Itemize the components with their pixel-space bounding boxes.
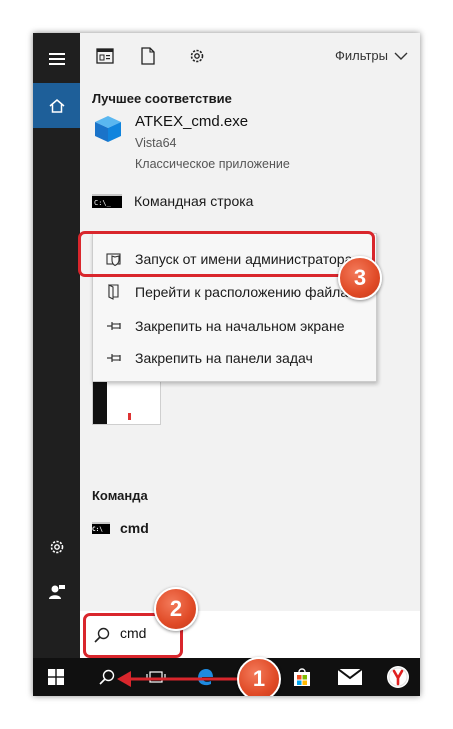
menu-item-pin-taskbar[interactable]: Закрепить на панели задач [93, 342, 376, 374]
pin-icon [107, 354, 121, 362]
apps-view-icon [96, 48, 114, 64]
best-match-title: ATKEX_cmd.exe [135, 113, 249, 130]
filters-dropdown[interactable]: Фильтры [335, 48, 408, 63]
menu-item-label: Закрепить на панели задач [135, 350, 313, 366]
best-match-heading: Лучшее соответствие [92, 91, 232, 106]
home-button[interactable] [33, 83, 80, 128]
command-prompt-icon: C:\_ [92, 194, 122, 208]
hamburger-menu-button[interactable] [33, 35, 80, 82]
command-prompt-label: Командная строка [134, 193, 254, 209]
yandex-browser-button[interactable] [376, 658, 420, 696]
annotation-badge-3: 3 [338, 256, 382, 300]
menu-item-label: Перейти к расположению файла [135, 284, 349, 300]
gear-icon [50, 540, 63, 553]
menu-item-open-file-location[interactable]: Перейти к расположению файла [93, 276, 376, 308]
arrow-to-search-icon [117, 671, 251, 687]
annotation-badge-2: 2 [154, 587, 198, 631]
command-heading: Команда [92, 488, 148, 503]
windows-start-icon [47, 669, 64, 685]
search-topbar: Фильтры [80, 33, 420, 80]
hamburger-icon [48, 52, 65, 65]
best-match-type: Классическое приложение [135, 157, 290, 171]
home-icon [49, 98, 64, 113]
start-button[interactable] [33, 658, 78, 696]
documents-button[interactable] [137, 45, 159, 67]
apps-view-button[interactable] [94, 45, 116, 67]
mail-button[interactable] [328, 658, 372, 696]
best-match-subtitle: Vista64 [135, 136, 177, 150]
store-icon [294, 668, 310, 686]
filters-label: Фильтры [334, 48, 388, 63]
cmd-result-label: cmd [120, 520, 149, 536]
highlight-run-as-admin [78, 231, 375, 277]
left-rail [33, 33, 80, 658]
mail-icon [338, 669, 362, 685]
user-icon [48, 584, 65, 599]
user-feedback-button[interactable] [33, 568, 80, 615]
command-prompt-item[interactable]: C:\_ Командная строка [92, 193, 253, 209]
thumbnail-mark [128, 413, 131, 420]
annotation-badge-1: 1 [237, 657, 281, 696]
settings-search-button[interactable] [186, 45, 208, 67]
app-cube-icon [95, 116, 121, 142]
yandex-browser-icon [387, 666, 409, 688]
chevron-down-icon [394, 52, 408, 60]
gear-icon [190, 49, 204, 63]
store-button[interactable] [280, 658, 324, 696]
menu-item-pin-start[interactable]: Закрепить на начальном экране [93, 310, 376, 342]
start-search-window: Фильтры Лучшее соответствие ATKEX_cmd.ex… [33, 33, 420, 696]
menu-item-label: Закрепить на начальном экране [135, 318, 345, 334]
document-icon [141, 47, 155, 65]
folder-open-icon [108, 284, 119, 300]
pin-icon [107, 322, 121, 330]
settings-button[interactable] [33, 523, 80, 570]
cmd-result-item[interactable]: C:\ cmd [92, 520, 149, 536]
cmd-icon: C:\ [92, 522, 110, 534]
